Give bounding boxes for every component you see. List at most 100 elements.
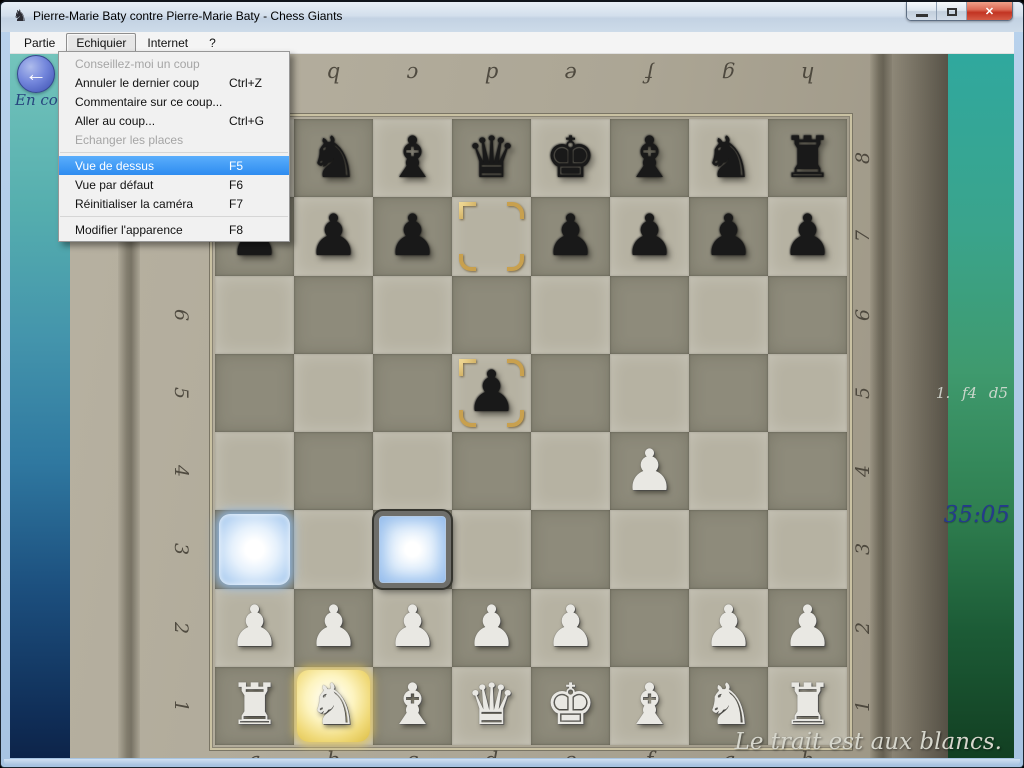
square-e3[interactable]: [531, 510, 610, 588]
square-c2[interactable]: ♟: [373, 589, 452, 667]
square-g7[interactable]: ♟: [689, 197, 768, 275]
square-b1[interactable]: ♞: [294, 667, 373, 745]
menu-item-echanger-les-places[interactable]: Echanger les places: [59, 130, 289, 149]
menu-item-annuler-le-dernier-coup[interactable]: Annuler le dernier coupCtrl+Z: [59, 73, 289, 92]
white-pawn-a2[interactable]: ♟: [215, 589, 294, 667]
square-g6[interactable]: [689, 276, 768, 354]
menubar-item-?[interactable]: ?: [199, 33, 226, 53]
square-a1[interactable]: ♜: [215, 667, 294, 745]
square-g5[interactable]: [689, 354, 768, 432]
square-f6[interactable]: [610, 276, 689, 354]
menubar-item-echiquier[interactable]: Echiquier: [66, 33, 136, 53]
square-c1[interactable]: ♝: [373, 667, 452, 745]
back-button[interactable]: ←: [17, 55, 55, 93]
square-g3[interactable]: [689, 510, 768, 588]
menu-item-vue-par-d-faut[interactable]: Vue par défautF6: [59, 175, 289, 194]
menu-item-aller-au-coup[interactable]: Aller au coup...Ctrl+G: [59, 111, 289, 130]
square-b3[interactable]: [294, 510, 373, 588]
square-e4[interactable]: [531, 432, 610, 510]
square-a5[interactable]: [215, 354, 294, 432]
black-rook-h8[interactable]: ♜: [768, 119, 847, 197]
square-e7[interactable]: ♟: [531, 197, 610, 275]
square-e8[interactable]: ♚: [531, 119, 610, 197]
square-b7[interactable]: ♟: [294, 197, 373, 275]
square-c6[interactable]: [373, 276, 452, 354]
white-rook-a1[interactable]: ♜: [215, 667, 294, 745]
white-queen-d1[interactable]: ♛: [452, 667, 531, 745]
square-h2[interactable]: ♟: [768, 589, 847, 667]
white-pawn-g2[interactable]: ♟: [689, 589, 768, 667]
black-pawn-h7[interactable]: ♟: [768, 197, 847, 275]
white-pawn-h2[interactable]: ♟: [768, 589, 847, 667]
square-a2[interactable]: ♟: [215, 589, 294, 667]
white-knight-b1[interactable]: ♞: [294, 667, 373, 745]
square-c4[interactable]: [373, 432, 452, 510]
black-knight-g8[interactable]: ♞: [689, 119, 768, 197]
square-d5[interactable]: ♟: [452, 354, 531, 432]
black-bishop-f8[interactable]: ♝: [610, 119, 689, 197]
square-d7[interactable]: [452, 197, 531, 275]
menu-item-conseillez-moi-un-coup[interactable]: Conseillez-moi un coup: [59, 54, 289, 73]
white-pawn-e2[interactable]: ♟: [531, 589, 610, 667]
square-d1[interactable]: ♛: [452, 667, 531, 745]
square-d6[interactable]: [452, 276, 531, 354]
black-queen-d8[interactable]: ♛: [452, 119, 531, 197]
square-c8[interactable]: ♝: [373, 119, 452, 197]
square-f1[interactable]: ♝: [610, 667, 689, 745]
square-a3[interactable]: [215, 510, 294, 588]
square-g8[interactable]: ♞: [689, 119, 768, 197]
square-b5[interactable]: [294, 354, 373, 432]
square-d8[interactable]: ♛: [452, 119, 531, 197]
menu-item-vue-de-dessus[interactable]: Vue de dessusF5: [59, 156, 289, 175]
square-a6[interactable]: [215, 276, 294, 354]
maximize-button[interactable]: [937, 2, 967, 21]
white-pawn-b2[interactable]: ♟: [294, 589, 373, 667]
square-b2[interactable]: ♟: [294, 589, 373, 667]
square-f5[interactable]: [610, 354, 689, 432]
black-pawn-f7[interactable]: ♟: [610, 197, 689, 275]
white-pawn-f4[interactable]: ♟: [610, 432, 689, 510]
black-bishop-c8[interactable]: ♝: [373, 119, 452, 197]
black-king-e8[interactable]: ♚: [531, 119, 610, 197]
square-b6[interactable]: [294, 276, 373, 354]
menubar-item-partie[interactable]: Partie: [14, 33, 65, 53]
menu-item-r-initialiser-la-cam-ra[interactable]: Réinitialiser la caméraF7: [59, 194, 289, 213]
square-d2[interactable]: ♟: [452, 589, 531, 667]
square-f4[interactable]: ♟: [610, 432, 689, 510]
menubar-item-internet[interactable]: Internet: [137, 33, 198, 53]
square-h8[interactable]: ♜: [768, 119, 847, 197]
square-b4[interactable]: [294, 432, 373, 510]
menu-item-modifier-l-apparence[interactable]: Modifier l'apparenceF8: [59, 220, 289, 239]
white-bishop-f1[interactable]: ♝: [610, 667, 689, 745]
minimize-button[interactable]: [907, 2, 937, 21]
black-knight-b8[interactable]: ♞: [294, 119, 373, 197]
white-king-e1[interactable]: ♚: [531, 667, 610, 745]
square-g4[interactable]: [689, 432, 768, 510]
black-pawn-d5[interactable]: ♟: [452, 354, 531, 432]
square-h7[interactable]: ♟: [768, 197, 847, 275]
title-bar[interactable]: ♞ Pierre-Marie Baty contre Pierre-Marie …: [1, 2, 1023, 32]
square-c7[interactable]: ♟: [373, 197, 452, 275]
square-a4[interactable]: [215, 432, 294, 510]
square-b8[interactable]: ♞: [294, 119, 373, 197]
square-e1[interactable]: ♚: [531, 667, 610, 745]
white-bishop-c1[interactable]: ♝: [373, 667, 452, 745]
square-e6[interactable]: [531, 276, 610, 354]
square-d4[interactable]: [452, 432, 531, 510]
square-f2[interactable]: [610, 589, 689, 667]
black-pawn-e7[interactable]: ♟: [531, 197, 610, 275]
square-e2[interactable]: ♟: [531, 589, 610, 667]
white-pawn-d2[interactable]: ♟: [452, 589, 531, 667]
black-pawn-c7[interactable]: ♟: [373, 197, 452, 275]
square-c5[interactable]: [373, 354, 452, 432]
square-g2[interactable]: ♟: [689, 589, 768, 667]
close-button[interactable]: ✕: [967, 2, 1012, 21]
black-pawn-g7[interactable]: ♟: [689, 197, 768, 275]
square-e5[interactable]: [531, 354, 610, 432]
white-pawn-c2[interactable]: ♟: [373, 589, 452, 667]
square-d3[interactable]: [452, 510, 531, 588]
square-f3[interactable]: [610, 510, 689, 588]
square-c3[interactable]: [373, 510, 452, 588]
menu-item-commentaire-sur-ce-coup[interactable]: Commentaire sur ce coup...: [59, 92, 289, 111]
square-f8[interactable]: ♝: [610, 119, 689, 197]
